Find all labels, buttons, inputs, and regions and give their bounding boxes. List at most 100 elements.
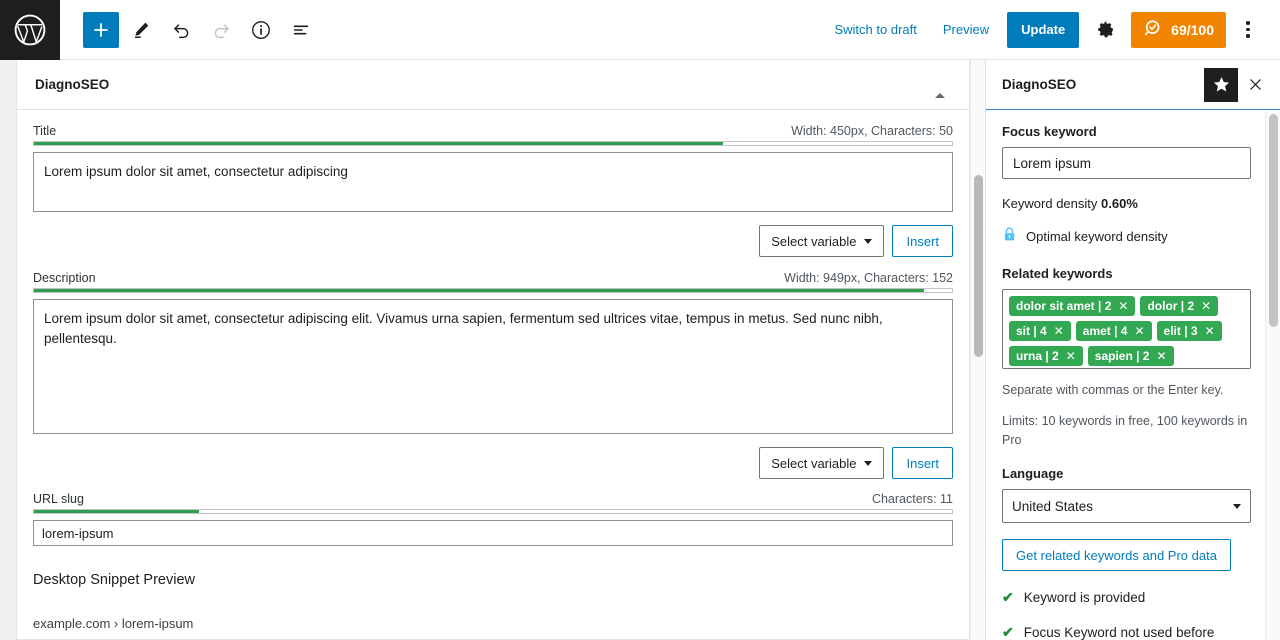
description-field-header: Description Width: 949px, Characters: 15… [33,271,953,285]
title-input[interactable] [33,152,953,212]
sidebar-body: Focus keyword Keyword density 0.60% Opti… [986,110,1280,640]
check-icon: ✔ [1002,624,1014,640]
redo-arrow-icon [203,12,239,48]
related-keyword-tag[interactable]: urna | 2 ✕ [1009,346,1083,366]
related-keyword-tag[interactable]: amet | 4 ✕ [1075,321,1152,341]
remove-keyword-icon[interactable]: ✕ [1156,349,1166,363]
magnifier-check-icon [1143,18,1164,42]
separate-hint: Separate with commas or the Enter key. [1002,383,1224,397]
seo-check-text: Focus Keyword not used before [1023,625,1215,640]
related-keyword-label: amet | 4 [1082,324,1128,338]
undo-arrow-icon[interactable] [163,12,199,48]
focus-keyword-label: Focus keyword [1002,124,1097,139]
title-field-label: Title [33,124,57,138]
snippet-preview-heading: Desktop Snippet Preview [33,572,195,588]
page-title: DiagnoSEO [35,77,110,92]
remove-keyword-icon[interactable]: ✕ [1201,299,1211,313]
seo-check-text: Keyword is provided [1023,590,1146,606]
description-variable-row: Select variable Insert [33,447,953,479]
description-select-variable-dropdown[interactable]: Select variable [759,447,885,479]
remove-keyword-icon[interactable]: ✕ [1134,324,1144,338]
snippet-url: example.com › lorem-ipsum [33,616,194,631]
get-related-keywords-button[interactable]: Get related keywords and Pro data [1002,539,1231,572]
related-keyword-tag[interactable]: elit | 3 ✕ [1156,321,1222,341]
language-select[interactable]: United States [1002,489,1251,524]
editor-scrollbar[interactable] [970,60,985,640]
lock-icon [1002,226,1017,246]
focus-keyword-input[interactable] [1002,147,1251,179]
seo-score-label: 69/100 [1171,21,1214,38]
chevron-up-icon[interactable] [929,70,951,100]
keyword-density-prefix: Keyword density [1002,196,1098,211]
list-view-icon[interactable] [283,12,319,48]
title-field-counter: Width: 450px, Characters: 50 [791,124,953,138]
keyword-density-value: 0.60% [1101,196,1138,211]
title-variable-row: Select variable Insert [33,225,953,257]
chevron-down-icon [1233,503,1241,509]
remove-keyword-icon[interactable]: ✕ [1118,299,1128,313]
related-keywords-label: Related keywords [1002,266,1113,281]
related-keyword-label: urna | 2 [1016,349,1059,363]
meta-box-header: DiagnoSEO [17,60,969,110]
description-input[interactable] [33,299,953,434]
related-keyword-label: elit | 3 [1163,324,1198,338]
update-button[interactable]: Update [1007,11,1080,48]
title-insert-button[interactable]: Insert [892,225,953,257]
sidebar-scrollbar-thumb[interactable] [1269,114,1278,327]
slug-progress-bar [33,509,953,514]
sidebar-header: DiagnoSEO [986,60,1280,110]
chevron-down-icon [864,460,873,466]
star-icon[interactable] [1204,67,1238,102]
slug-input[interactable] [33,520,953,546]
description-field-group: Description Width: 949px, Characters: 15… [33,271,953,479]
three-dots-vertical-icon[interactable] [1230,12,1266,48]
related-keyword-label: sapien | 2 [1094,349,1150,363]
pencil-icon[interactable] [123,12,159,48]
gear-icon[interactable] [1087,12,1123,48]
remove-keyword-icon[interactable]: ✕ [1066,349,1076,363]
sidebar-scrollbar[interactable] [1265,110,1280,640]
add-block-button[interactable] [83,11,119,48]
toolbar-left-group [60,11,319,48]
remove-keyword-icon[interactable]: ✕ [1054,324,1064,338]
related-keyword-label: dolor sit amet | 2 [1016,299,1112,313]
chevron-down-icon [864,238,873,244]
toolbar-right-group: Switch to draft Preview Update 69/100 [821,11,1280,48]
description-field-label: Description [33,271,96,285]
title-field-header: Title Width: 450px, Characters: 50 [33,124,953,138]
slug-field-counter: Characters: 11 [871,492,953,506]
related-keyword-tag[interactable]: sapien | 2 ✕ [1087,346,1174,366]
close-icon[interactable] [1238,68,1272,102]
related-keyword-tag[interactable]: dolor sit amet | 2 ✕ [1009,296,1136,316]
top-toolbar: Switch to draft Preview Update 69/100 [0,0,1280,60]
related-keywords-input-box[interactable]: dolor sit amet | 2 ✕ dolor | 2 ✕ sit | 4 ✕ ame… [1002,289,1251,369]
density-status-row: Optimal keyword density [1002,226,1264,246]
related-keyword-tag[interactable]: dolor | 2 ✕ [1140,296,1219,316]
title-select-variable-dropdown[interactable]: Select variable [759,225,885,257]
language-select-value: United States [1012,498,1094,514]
diagnoseo-sidebar: DiagnoSEO Focus keyword Keyword density … [985,60,1280,640]
keyword-density-line: Keyword density 0.60% [1002,196,1264,211]
language-label: Language [1002,466,1064,482]
check-icon: ✔ [1002,589,1014,606]
info-circle-icon[interactable] [243,12,279,48]
seo-check-row: ✔ Focus Keyword not used before [1002,624,1264,640]
remove-keyword-icon[interactable]: ✕ [1205,324,1215,338]
preview-link[interactable]: Preview [930,22,1002,37]
select-variable-label: Select variable [771,233,857,249]
density-status-text: Optimal keyword density [1026,228,1168,244]
switch-to-draft-link[interactable]: Switch to draft [821,22,929,37]
title-field-group: Title Width: 450px, Characters: 50 Selec… [33,124,953,257]
select-variable-label: Select variable [771,455,857,471]
meta-box-body: Title Width: 450px, Characters: 50 Selec… [17,110,969,639]
sidebar-title: DiagnoSEO [1002,77,1077,92]
description-insert-button[interactable]: Insert [892,447,953,479]
limits-hint: Limits: 10 keywords in free, 100 keyword… [1002,413,1248,447]
editor-scrollbar-thumb[interactable] [974,175,983,357]
related-keyword-tag[interactable]: sit | 4 ✕ [1009,321,1071,341]
diagnoseo-meta-box: DiagnoSEO Title Width: 450px, Characters… [16,60,970,640]
slug-field-header: URL slug Characters: 11 [33,492,953,506]
wordpress-logo-icon[interactable] [0,0,60,60]
seo-checks-list: ✔ Keyword is provided ✔ Focus Keyword not u… [1002,589,1264,640]
seo-score-badge[interactable]: 69/100 [1131,11,1226,48]
